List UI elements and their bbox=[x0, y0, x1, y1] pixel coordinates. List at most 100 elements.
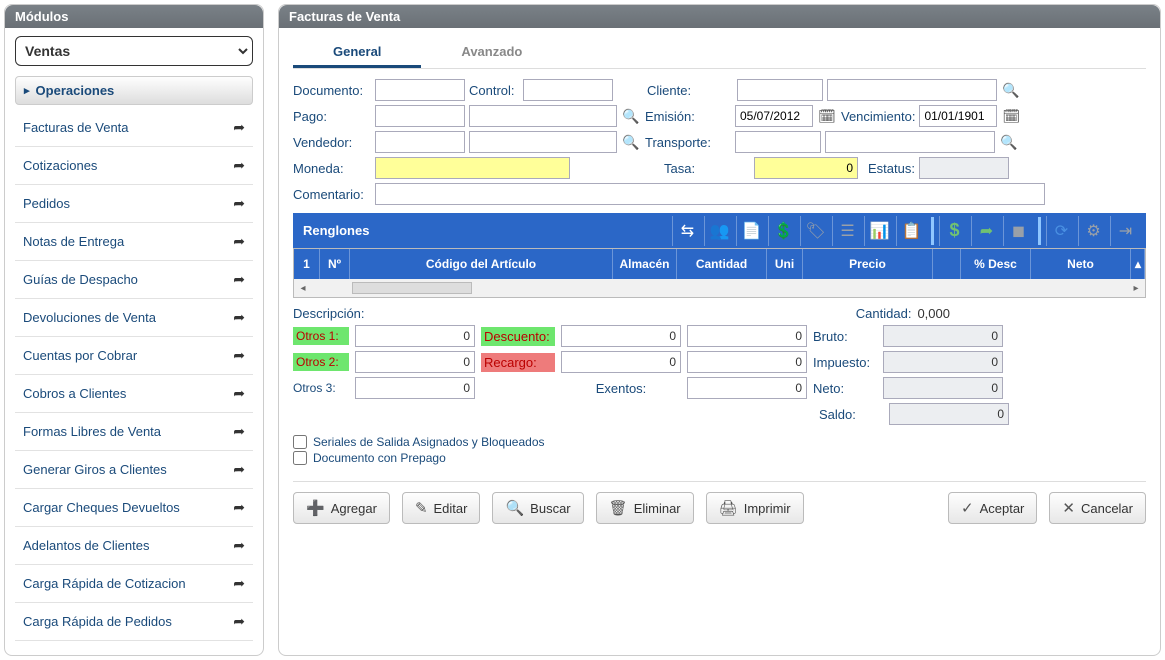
input-exentos[interactable] bbox=[687, 377, 807, 399]
list-icon[interactable]: ☰ bbox=[832, 216, 862, 246]
trash-icon: 🗑 bbox=[609, 499, 628, 517]
checkbox-prepago[interactable] bbox=[293, 451, 307, 465]
col-desc[interactable]: % Desc bbox=[961, 249, 1031, 279]
calendar-vencimiento-icon[interactable]: 🗓 bbox=[1001, 106, 1021, 126]
sidebar-item-2[interactable]: Pedidos➦ bbox=[15, 185, 253, 223]
input-transporte-code[interactable] bbox=[735, 131, 821, 153]
tab-advanced[interactable]: Avanzado bbox=[421, 38, 562, 68]
sidebar-item-3[interactable]: Notas de Entrega➦ bbox=[15, 223, 253, 261]
columns-icon[interactable]: 📊 bbox=[864, 216, 894, 246]
col-blank[interactable] bbox=[933, 249, 961, 279]
input-transporte-name[interactable] bbox=[825, 131, 995, 153]
sidebar-item-1[interactable]: Cotizaciones➦ bbox=[15, 147, 253, 185]
col-uni[interactable]: Uni bbox=[767, 249, 803, 279]
page-icon[interactable]: 📋 bbox=[896, 216, 926, 246]
input-descuento-val[interactable] bbox=[687, 325, 807, 347]
input-emision[interactable] bbox=[735, 105, 813, 127]
tab-general[interactable]: General bbox=[293, 38, 421, 68]
col-codigo[interactable]: Código del Artículo bbox=[350, 249, 613, 279]
input-otros3[interactable] bbox=[355, 377, 475, 399]
sidebar-item-9[interactable]: Generar Giros a Clientes➦ bbox=[15, 451, 253, 489]
sidebar-item-6[interactable]: Cuentas por Cobrar ➦ bbox=[15, 337, 253, 375]
table-h-scrollbar[interactable]: ◂ ▸ bbox=[294, 279, 1145, 297]
arrow-icon: ➦ bbox=[233, 347, 245, 364]
sidebar-item-7[interactable]: Cobros a Clientes➦ bbox=[15, 375, 253, 413]
label-cliente: Cliente: bbox=[647, 83, 703, 98]
scroll-thumb[interactable] bbox=[352, 282, 472, 294]
export-icon[interactable]: ⇥ bbox=[1110, 216, 1140, 246]
arrow-icon: ➦ bbox=[233, 537, 245, 554]
input-moneda[interactable] bbox=[375, 157, 570, 179]
arrow-icon: ➦ bbox=[233, 157, 245, 174]
input-pago-name[interactable] bbox=[469, 105, 617, 127]
search-pago-icon[interactable]: 🔍 bbox=[621, 106, 641, 126]
checkbox-seriales[interactable] bbox=[293, 435, 307, 449]
input-control[interactable] bbox=[523, 79, 613, 101]
col-cantidad[interactable]: Cantidad bbox=[677, 249, 767, 279]
input-vendedor-code[interactable] bbox=[375, 131, 465, 153]
users-icon[interactable]: 👥 bbox=[704, 216, 734, 246]
arrow-icon: ➦ bbox=[233, 423, 245, 440]
input-documento[interactable] bbox=[375, 79, 465, 101]
col-no[interactable]: Nº bbox=[320, 249, 350, 279]
input-impuesto bbox=[883, 351, 1003, 373]
col-precio[interactable]: Precio bbox=[803, 249, 933, 279]
input-recargo-val[interactable] bbox=[687, 351, 807, 373]
sidebar-item-12[interactable]: Carga Rápida de Cotizacion➦ bbox=[15, 565, 253, 603]
input-tasa[interactable] bbox=[754, 157, 858, 179]
sidebar-item-0[interactable]: Facturas de Venta➦ bbox=[15, 109, 253, 147]
module-select[interactable]: Ventas bbox=[17, 38, 251, 64]
sidebar-item-8[interactable]: Formas Libres de Venta➦ bbox=[15, 413, 253, 451]
sidebar-item-label: Cuentas por Cobrar bbox=[23, 348, 137, 363]
input-descuento-pct[interactable] bbox=[561, 325, 681, 347]
arrow-icon: ➦ bbox=[233, 499, 245, 516]
col-almacen[interactable]: Almacén bbox=[613, 249, 677, 279]
gear-icon[interactable]: ⚙ bbox=[1078, 216, 1108, 246]
input-recargo-pct[interactable] bbox=[561, 351, 681, 373]
col-1[interactable]: 1 bbox=[294, 249, 320, 279]
renglones-table: 1 Nº Código del Artículo Almacén Cantida… bbox=[293, 248, 1146, 298]
input-pago-code[interactable] bbox=[375, 105, 465, 127]
input-vencimiento[interactable] bbox=[919, 105, 997, 127]
share-icon[interactable]: ➦ bbox=[971, 216, 1001, 246]
print-icon: 🖨 bbox=[719, 499, 738, 517]
eliminar-button[interactable]: 🗑Eliminar bbox=[596, 492, 694, 524]
search-transporte-icon[interactable]: 🔍 bbox=[999, 132, 1019, 152]
nav-arrows-icon[interactable]: ⇆ bbox=[672, 216, 702, 246]
search-vendedor-icon[interactable]: 🔍 bbox=[621, 132, 641, 152]
input-otros1[interactable] bbox=[355, 325, 475, 347]
cancelar-button[interactable]: ✕Cancelar bbox=[1049, 492, 1146, 524]
sidebar-item-10[interactable]: Cargar Cheques Devueltos➦ bbox=[15, 489, 253, 527]
doc-icon[interactable]: 📄 bbox=[736, 216, 766, 246]
input-cliente-code[interactable] bbox=[737, 79, 823, 101]
label-documento: Documento: bbox=[293, 83, 371, 98]
buscar-button[interactable]: 🔍Buscar bbox=[492, 492, 583, 524]
sidebar-item-5[interactable]: Devoluciones de Venta➦ bbox=[15, 299, 253, 337]
sidebar-title: Módulos bbox=[5, 5, 263, 28]
input-comentario[interactable] bbox=[375, 183, 1045, 205]
input-bruto bbox=[883, 325, 1003, 347]
input-otros2[interactable] bbox=[355, 351, 475, 373]
label-prepago: Documento con Prepago bbox=[313, 451, 446, 465]
label-descripcion: Descripción: bbox=[293, 306, 365, 321]
sidebar-item-4[interactable]: Guías de Despacho➦ bbox=[15, 261, 253, 299]
dollar-icon[interactable]: $ bbox=[939, 216, 969, 246]
money-icon[interactable]: 💲 bbox=[768, 216, 798, 246]
sidebar-item-11[interactable]: Adelantos de Clientes➦ bbox=[15, 527, 253, 565]
box-icon[interactable]: ◼ bbox=[1003, 216, 1033, 246]
input-vendedor-name[interactable] bbox=[469, 131, 617, 153]
scroll-left-icon[interactable]: ◂ bbox=[294, 280, 312, 296]
refresh-icon[interactable]: ⟳ bbox=[1046, 216, 1076, 246]
scroll-right-icon[interactable]: ▸ bbox=[1127, 280, 1145, 296]
imprimir-button[interactable]: 🖨Imprimir bbox=[706, 492, 804, 524]
search-cliente-icon[interactable]: 🔍 bbox=[1001, 80, 1021, 100]
tag-icon[interactable]: 🏷 bbox=[800, 216, 830, 246]
col-neto[interactable]: Neto bbox=[1031, 249, 1131, 279]
accordion-operaciones[interactable]: ▸ Operaciones bbox=[15, 76, 253, 105]
agregar-button[interactable]: ➕Agregar bbox=[293, 492, 390, 524]
calendar-emision-icon[interactable]: 🗓 bbox=[817, 106, 837, 126]
input-cliente-name[interactable] bbox=[827, 79, 997, 101]
sidebar-item-13[interactable]: Carga Rápida de Pedidos➦ bbox=[15, 603, 253, 641]
aceptar-button[interactable]: ✓Aceptar bbox=[948, 492, 1037, 524]
editar-button[interactable]: ✎Editar bbox=[402, 492, 481, 524]
